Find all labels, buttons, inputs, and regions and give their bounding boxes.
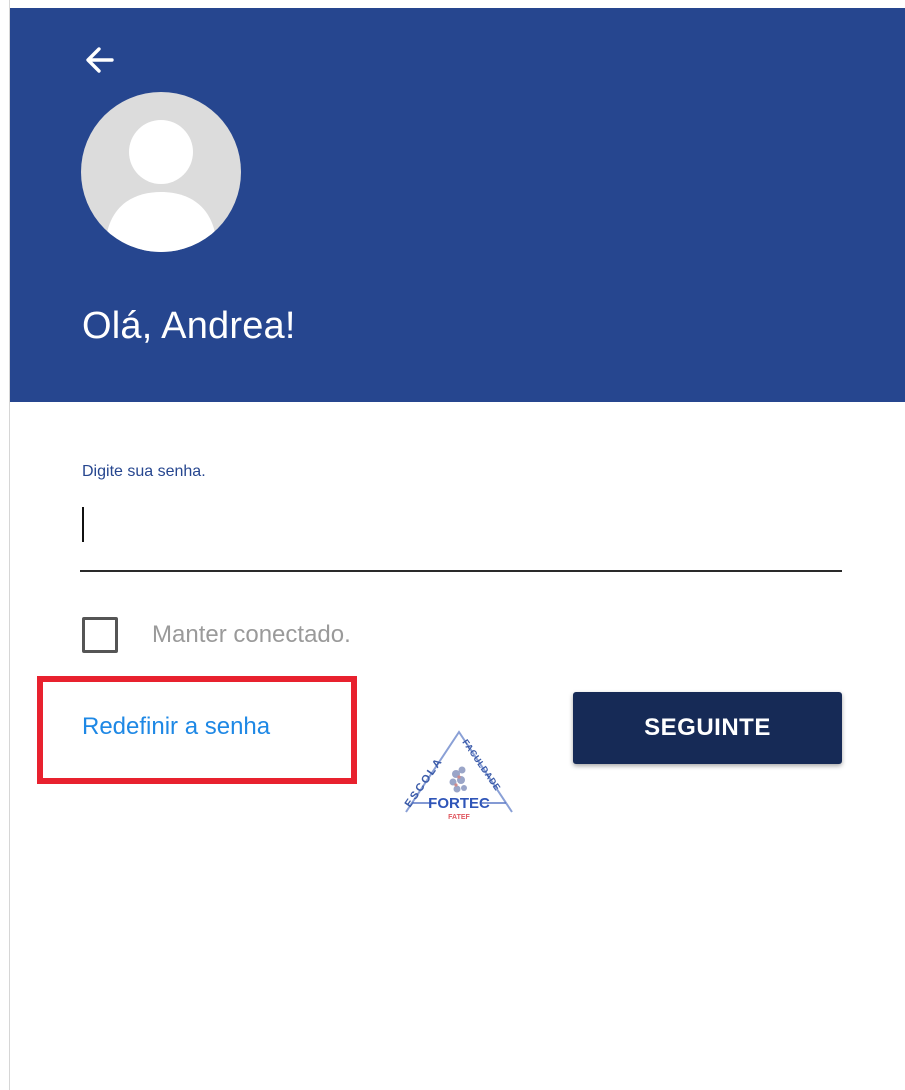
text-cursor xyxy=(82,507,84,542)
logo-subtext: FATEF xyxy=(448,814,470,821)
keep-connected-checkbox[interactable] xyxy=(82,617,118,653)
greeting-title: Olá, Andrea! xyxy=(82,305,296,347)
school-logo: ESCOLA FACULDADE FORTEC FATEF xyxy=(398,722,520,824)
fortec-logo-icon: ESCOLA FACULDADE FORTEC FATEF xyxy=(403,730,513,821)
arrow-left-icon xyxy=(86,47,114,73)
logo-name-text: FORTEC xyxy=(428,795,490,812)
reset-password-link[interactable]: Redefinir a senha xyxy=(82,710,270,744)
next-button[interactable]: SEGUINTE xyxy=(573,692,842,764)
login-page: Olá, Andrea! Digite sua senha. Manter co… xyxy=(0,0,905,1090)
avatar xyxy=(81,92,241,252)
profile-header: Olá, Andrea! xyxy=(10,8,905,402)
user-avatar-icon xyxy=(105,120,217,252)
keep-connected-label[interactable]: Manter conectado. xyxy=(152,618,351,652)
password-label: Digite sua senha. xyxy=(82,463,206,480)
password-input[interactable] xyxy=(80,500,842,572)
svg-text:FACULDADE: FACULDADE xyxy=(460,737,502,792)
back-button[interactable] xyxy=(80,40,120,80)
logo-arc-right-text: FACULDADE xyxy=(460,737,502,792)
